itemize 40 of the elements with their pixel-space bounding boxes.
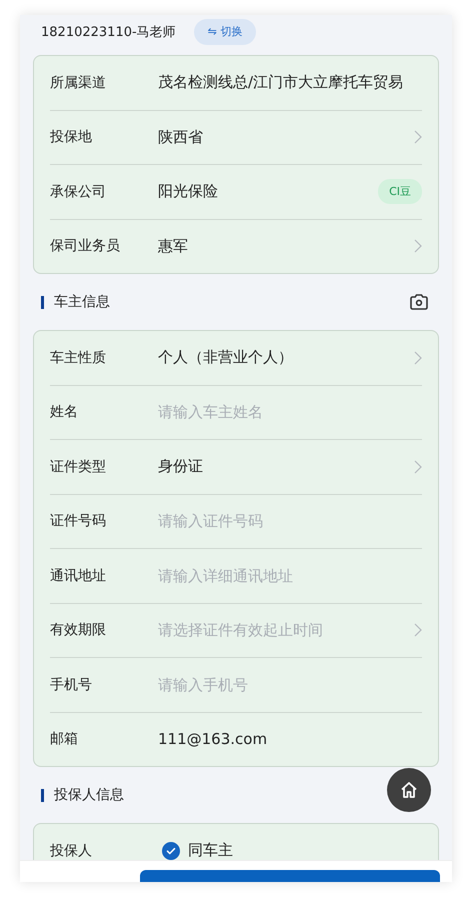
option-label: 同车主	[188, 841, 234, 860]
section-title: 车主信息	[54, 293, 110, 311]
home-button[interactable]	[387, 768, 431, 812]
input-field[interactable]: 请输入手机号	[158, 676, 422, 694]
chevron-right-icon[interactable]	[414, 623, 422, 638]
field-label: 投保地	[50, 128, 93, 146]
checkbox[interactable]	[162, 842, 180, 860]
field-value: 茂名检测线总/江门市大立摩托车贸易	[158, 73, 404, 92]
field-value: 阳光保险	[158, 182, 219, 202]
field-label: 有效期限	[50, 621, 107, 640]
field-value[interactable]: 陕西省	[158, 128, 414, 147]
field-value: 111@163.com	[158, 730, 268, 748]
section-title: 投保人信息	[54, 786, 124, 804]
field-label: 车主性质	[50, 348, 107, 367]
home-icon	[399, 780, 419, 800]
account-label: 18210223110-马老师	[41, 24, 176, 40]
field-label: 手机号	[50, 676, 93, 694]
input-field[interactable]: 请选择证件有效起止时间	[158, 621, 414, 640]
input-field[interactable]: 请输入车主姓名	[158, 403, 422, 422]
field-value[interactable]: 惠军	[158, 236, 414, 256]
field-label: 保司业务员	[50, 237, 121, 256]
chevron-right-icon[interactable]	[414, 239, 422, 254]
chevron-right-icon[interactable]	[414, 460, 422, 474]
field-label: 投保人	[50, 842, 93, 860]
field-label: 邮箱	[50, 730, 79, 748]
chevron-right-icon[interactable]	[414, 130, 422, 144]
input-field[interactable]: 请输入证件号码	[158, 512, 422, 530]
field-label: 证件类型	[50, 458, 107, 476]
field-value[interactable]: 身份证	[158, 457, 414, 476]
field-value[interactable]: 个人（非营业个人）	[158, 348, 414, 368]
field-label: 所属渠道	[50, 74, 107, 92]
chevron-right-icon[interactable]	[414, 350, 422, 365]
camera-icon[interactable]	[409, 293, 429, 311]
tag: CI豆	[378, 179, 422, 204]
field-label: 姓名	[50, 403, 79, 422]
switch-button[interactable]: ⇋ 切换	[194, 18, 256, 44]
field-label: 通讯地址	[50, 566, 107, 585]
field-label: 证件号码	[50, 512, 107, 530]
input-field[interactable]: 请输入详细通讯地址	[158, 566, 422, 585]
field-label: 承保公司	[50, 182, 107, 201]
